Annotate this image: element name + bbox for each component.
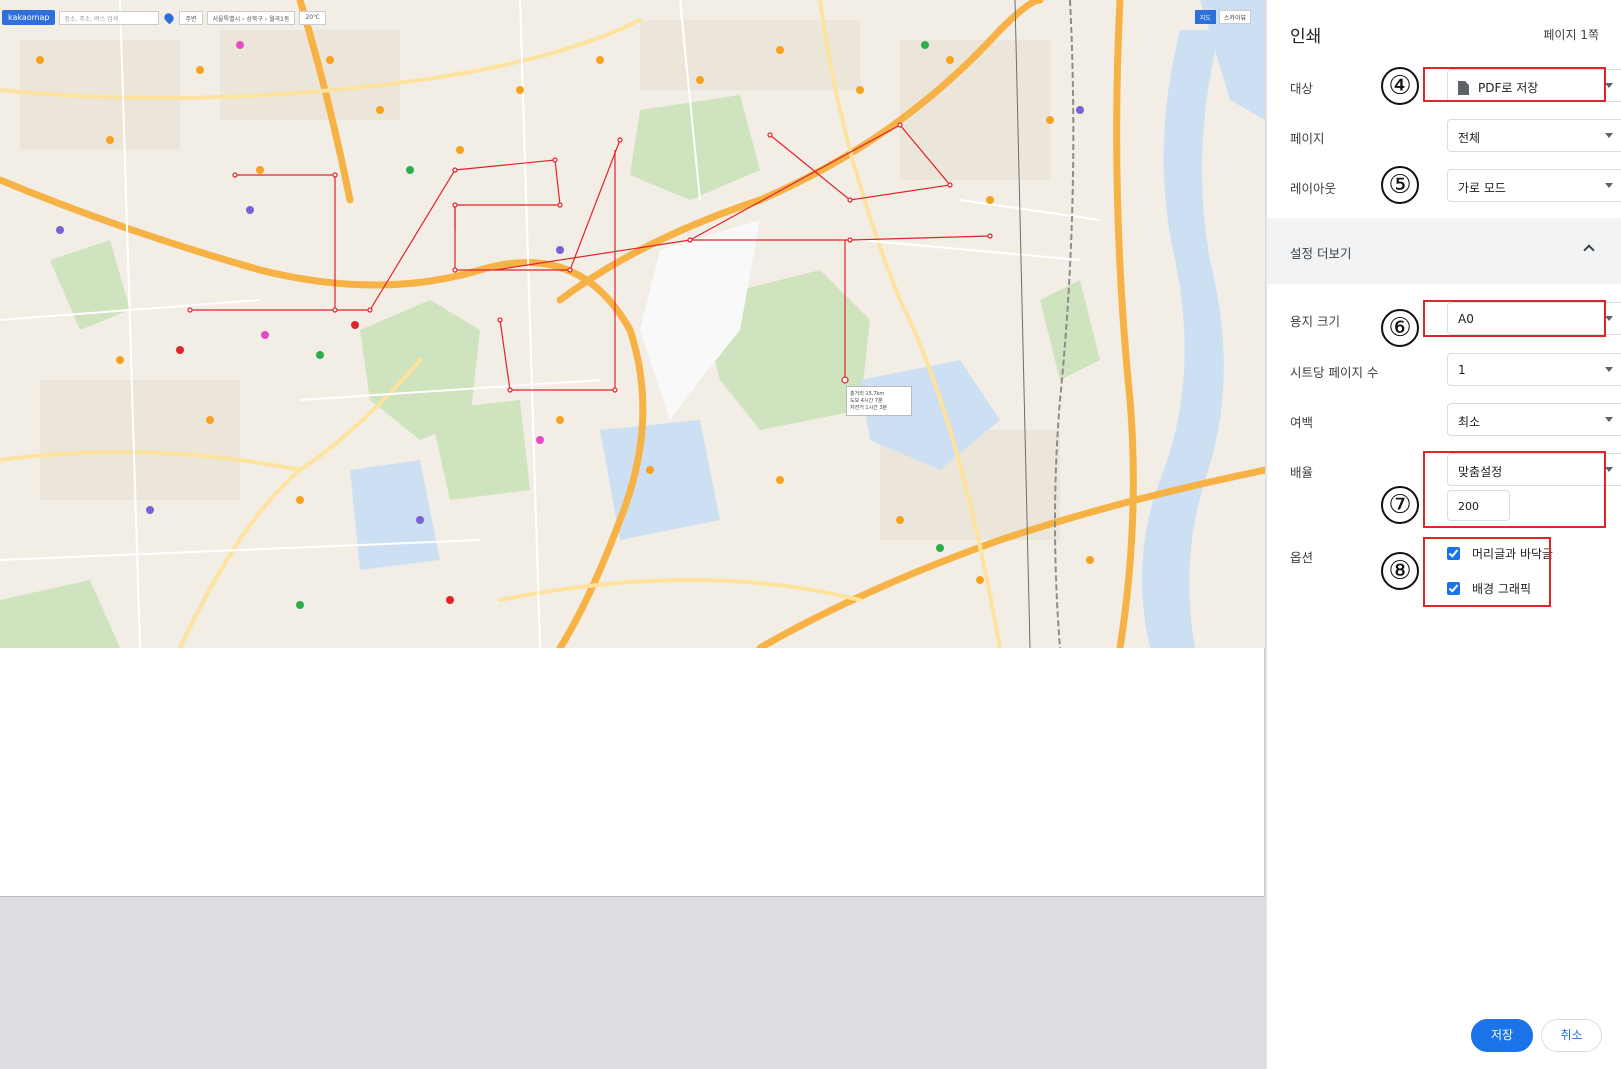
cancel-button[interactable]: 취소 xyxy=(1541,1019,1602,1052)
layout-row: 레이아웃 가로 모드 xyxy=(1290,169,1621,203)
layout-select[interactable]: 가로 모드 xyxy=(1447,169,1621,202)
more-settings-label: 설정 더보기 xyxy=(1290,246,1352,261)
save-button[interactable]: 저장 xyxy=(1471,1019,1533,1052)
dropdown-arrow-icon xyxy=(1605,183,1613,188)
map-weather: 20℃ xyxy=(299,10,326,25)
pages-per-sheet-select[interactable]: 1 xyxy=(1447,353,1621,386)
margins-value: 최소 xyxy=(1458,415,1481,429)
dropdown-arrow-icon xyxy=(1605,467,1613,472)
page-count: 페이지 1쪽 xyxy=(1543,27,1599,42)
margins-row: 여백 최소 xyxy=(1290,403,1621,437)
map-view-tools: 지도 스카이뷰 xyxy=(1194,10,1251,24)
dropdown-arrow-icon xyxy=(1605,316,1613,321)
step-marker-4: ④ xyxy=(1381,67,1419,105)
dropdown-arrow-icon xyxy=(1605,133,1613,138)
highlight-box-scale xyxy=(1423,451,1606,528)
step-marker-6: ⑥ xyxy=(1381,309,1419,347)
layout-label: 레이아웃 xyxy=(1290,181,1337,196)
map-image: kakaomap 장소, 주소, 버스 검색 주변 서울특별시 › 성북구 › … xyxy=(0,0,1265,648)
highlight-box-options xyxy=(1423,537,1551,607)
map-view-button: 지도 xyxy=(1194,10,1216,24)
highlight-box-destination xyxy=(1423,67,1606,102)
more-settings-toggle[interactable]: 설정 더보기 xyxy=(1267,218,1621,284)
paper-size-label: 용지 크기 xyxy=(1290,314,1340,329)
options-label: 옵션 xyxy=(1290,550,1314,565)
pages-row: 페이지 전체 xyxy=(1290,119,1621,153)
pages-per-sheet-value: 1 xyxy=(1458,363,1466,377)
scale-label: 배율 xyxy=(1290,465,1314,480)
preview-page: kakaomap 장소, 주소, 버스 검색 주변 서울특별시 › 성북구 › … xyxy=(0,0,1265,897)
popup-walk-time: 도보 4시간 7분 xyxy=(850,398,883,404)
chevron-up-icon xyxy=(1583,244,1595,256)
step-marker-7: ⑦ xyxy=(1381,486,1419,524)
print-settings-panel: 인쇄 페이지 1쪽 대상 PDF로 저장 페이지 전체 레이아웃 가로 모드 설… xyxy=(1266,0,1621,1069)
highlight-box-paper-size xyxy=(1423,300,1606,337)
map-route-button: 주변 xyxy=(179,10,203,25)
pages-label: 페이지 xyxy=(1290,131,1325,146)
kakaomap-logo: kakaomap xyxy=(2,10,56,25)
panel-title: 인쇄 xyxy=(1290,26,1322,47)
destination-label: 대상 xyxy=(1290,81,1314,96)
panel-header: 인쇄 페이지 1쪽 xyxy=(1290,22,1599,47)
popup-distance: 총거리 15.7km xyxy=(850,391,885,397)
step-marker-5: ⑤ xyxy=(1381,166,1419,204)
dropdown-arrow-icon xyxy=(1605,367,1613,372)
margins-label: 여백 xyxy=(1290,415,1314,430)
dropdown-arrow-icon xyxy=(1605,83,1613,88)
route-info-popup: 총거리 15.7km 도보 4시간 7분 자전거 1시간 3분 xyxy=(846,386,912,416)
layout-value: 가로 모드 xyxy=(1458,181,1506,195)
step-marker-8: ⑧ xyxy=(1381,552,1419,590)
pages-select[interactable]: 전체 xyxy=(1447,119,1621,152)
print-preview-area: kakaomap 장소, 주소, 버스 검색 주변 서울특별시 › 성북구 › … xyxy=(0,0,1266,1069)
map-breadcrumb: 서울특별시 › 성북구 › 월곡1동 xyxy=(206,10,296,25)
dropdown-arrow-icon xyxy=(1605,417,1613,422)
map-search-box: 장소, 주소, 버스 검색 xyxy=(59,10,160,25)
map-top-toolbar: kakaomap 장소, 주소, 버스 검색 주변 서울특별시 › 성북구 › … xyxy=(2,10,326,25)
map-canvas xyxy=(0,0,1265,648)
location-pin-icon xyxy=(163,11,176,24)
pages-per-sheet-row: 시트당 페이지 수 1 xyxy=(1290,353,1621,387)
skyview-button: 스카이뷰 xyxy=(1218,10,1251,24)
pages-value: 전체 xyxy=(1458,131,1481,145)
pages-per-sheet-label: 시트당 페이지 수 xyxy=(1290,365,1379,380)
popup-bike-time: 자전거 1시간 3분 xyxy=(850,405,888,411)
margins-select[interactable]: 최소 xyxy=(1447,403,1621,436)
